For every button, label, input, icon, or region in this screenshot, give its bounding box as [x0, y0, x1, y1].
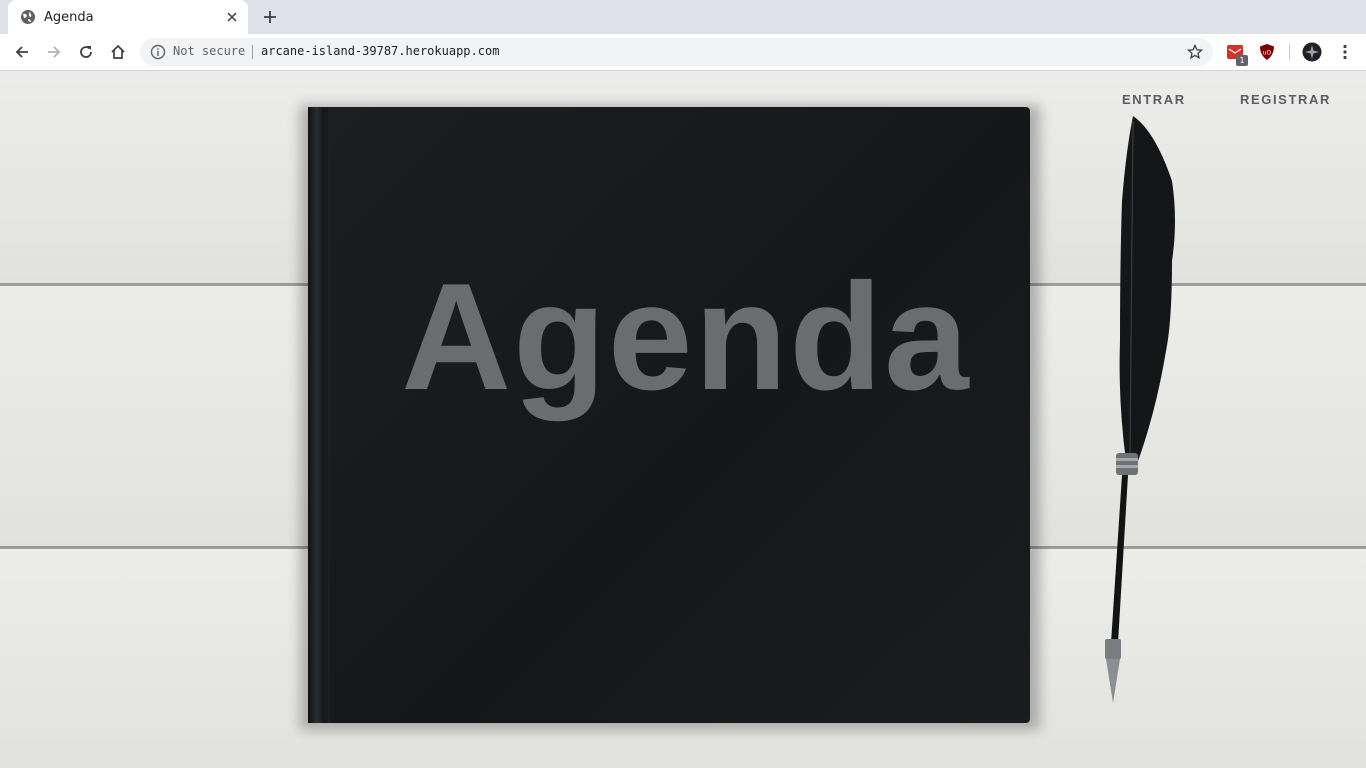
arrow-left-icon	[15, 46, 28, 58]
tab-strip: Agenda	[0, 0, 1366, 34]
globe-icon	[20, 9, 36, 25]
ublock-shield-icon[interactable]: uO	[1258, 43, 1276, 61]
browser-tab[interactable]: Agenda	[8, 0, 248, 34]
url-text[interactable]: arcane-island-39787.herokuapp.com	[261, 44, 499, 58]
svg-text:uO: uO	[1263, 50, 1272, 57]
page-viewport: Agenda ENTRAR REGISTRAR	[0, 71, 1366, 768]
security-label[interactable]: Not secure	[173, 44, 245, 58]
profile-avatar-icon[interactable]	[1302, 42, 1322, 62]
bookmark-star-icon[interactable]	[1186, 43, 1204, 60]
extension-badge: 1	[1236, 55, 1248, 66]
reload-icon	[80, 46, 92, 58]
address-bar[interactable]: Not secure arcane-island-39787.herokuapp…	[140, 38, 1213, 66]
back-button[interactable]	[12, 42, 32, 62]
hero-title: Agenda	[401, 252, 971, 422]
info-icon[interactable]	[150, 44, 166, 60]
new-tab-button[interactable]	[259, 6, 281, 28]
quill-pen-icon	[1105, 116, 1175, 703]
notebook-spine	[308, 107, 330, 723]
home-button[interactable]	[108, 42, 128, 62]
arrow-right-icon	[48, 46, 61, 58]
reload-button[interactable]	[76, 42, 96, 62]
plus-icon	[264, 11, 276, 23]
tab-title: Agenda	[44, 9, 94, 25]
home-icon	[111, 44, 125, 59]
forward-button[interactable]	[44, 42, 64, 62]
menu-kebab-icon[interactable]	[1336, 43, 1354, 61]
login-link[interactable]: ENTRAR	[1122, 92, 1186, 107]
toolbar-divider	[1289, 44, 1290, 60]
register-link[interactable]: REGISTRAR	[1240, 92, 1331, 107]
omnibox-divider	[252, 45, 253, 59]
browser-toolbar: Not secure arcane-island-39787.herokuapp…	[0, 34, 1366, 71]
close-icon[interactable]	[224, 9, 240, 25]
